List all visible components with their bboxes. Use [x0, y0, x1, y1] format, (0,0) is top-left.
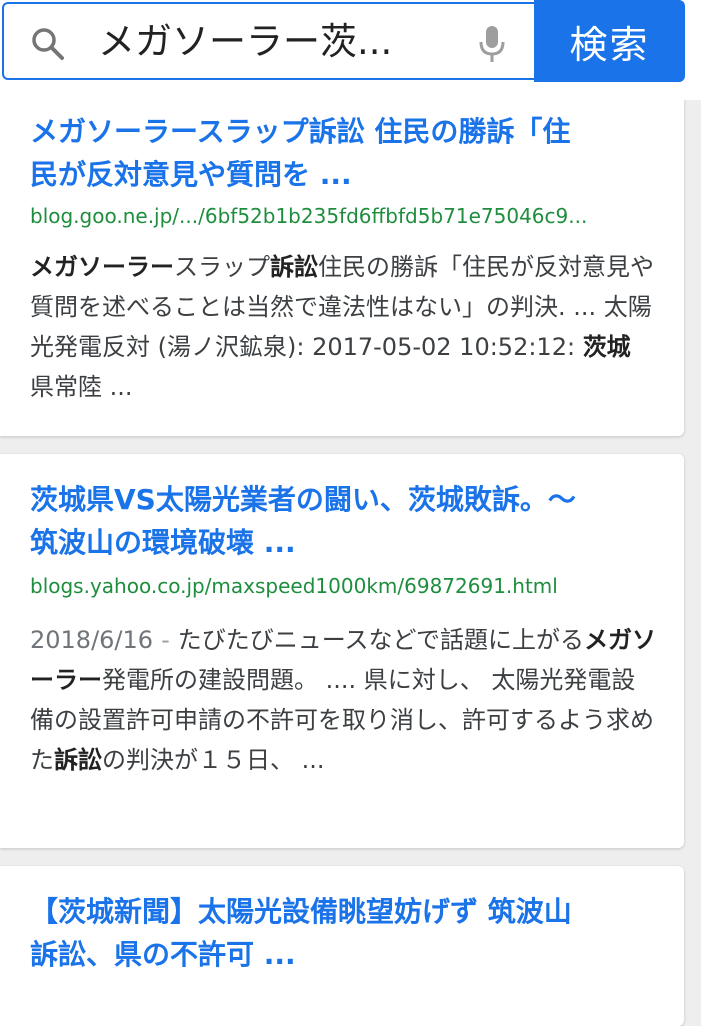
result-title-link[interactable]: 茨城県VS太陽光業者の闘い、茨城敗訴。〜 筑波山の環境破壊 ...	[30, 478, 660, 564]
result-title-line: 【茨城新聞】太陽光設備眺望妨げず 筑波山	[30, 895, 572, 928]
snippet-text: スラップ	[174, 253, 270, 281]
snippet-highlight: 訴訟	[54, 746, 102, 774]
result-title-line: 訴訟、県の不許可 ...	[30, 938, 296, 971]
search-input[interactable]: メガソーラー茨...	[98, 16, 428, 68]
result-snippet: 2018/6/16- たびたびニュースなどで話題に上がるメガソーラー発電所の建設問…	[30, 620, 658, 780]
mic-icon[interactable]	[478, 24, 506, 64]
result-title-link[interactable]: 【茨城新聞】太陽光設備眺望妨げず 筑波山 訴訟、県の不許可 ...	[30, 890, 660, 976]
result-title-line: 筑波山の環境破壊 ...	[30, 526, 296, 559]
snippet-highlight: メガソーラー	[30, 253, 174, 281]
result-card: メガソーラースラップ訴訟 住民の勝訴「住 民が反対意見や質問を ... blog…	[0, 70, 684, 436]
snippet-text: たびたびニュースなどで話題に上がる	[177, 626, 585, 654]
result-title-line: メガソーラースラップ訴訟 住民の勝訴「住	[30, 115, 571, 148]
result-url[interactable]: blog.goo.ne.jp/.../6bf52b1b235fd6ffbfd5b…	[30, 201, 670, 231]
search-icon	[32, 28, 64, 60]
search-button[interactable]: 検索	[534, 0, 685, 82]
result-title-line: 茨城県VS太陽光業者の闘い、茨城敗訴。〜	[30, 483, 576, 516]
result-card: 茨城県VS太陽光業者の闘い、茨城敗訴。〜 筑波山の環境破壊 ... blogs.…	[0, 454, 684, 848]
result-title-line: 民が反対意見や質問を ...	[30, 158, 352, 191]
snippet-highlight: 訴訟	[270, 253, 318, 281]
date-separator: -	[161, 626, 170, 654]
result-url[interactable]: blogs.yahoo.co.jp/maxspeed1000km/6987269…	[30, 571, 670, 601]
snippet-text: 県常陸 ...	[30, 373, 133, 401]
result-snippet: メガソーラースラップ訴訟住民の勝訴「住民が反対意見や質問を述べることは当然で違法…	[30, 247, 658, 407]
search-header: メガソーラー茨... 検索	[0, 0, 701, 100]
snippet-text: の判決が１５日、 ...	[102, 746, 325, 774]
search-box[interactable]: メガソーラー茨...	[2, 2, 534, 80]
result-card: 【茨城新聞】太陽光設備眺望妨げず 筑波山 訴訟、県の不許可 ...	[0, 866, 684, 1026]
result-date: 2018/6/16	[30, 626, 154, 654]
snippet-highlight: 茨城	[582, 333, 631, 361]
result-title-link[interactable]: メガソーラースラップ訴訟 住民の勝訴「住 民が反対意見や質問を ...	[30, 110, 660, 196]
